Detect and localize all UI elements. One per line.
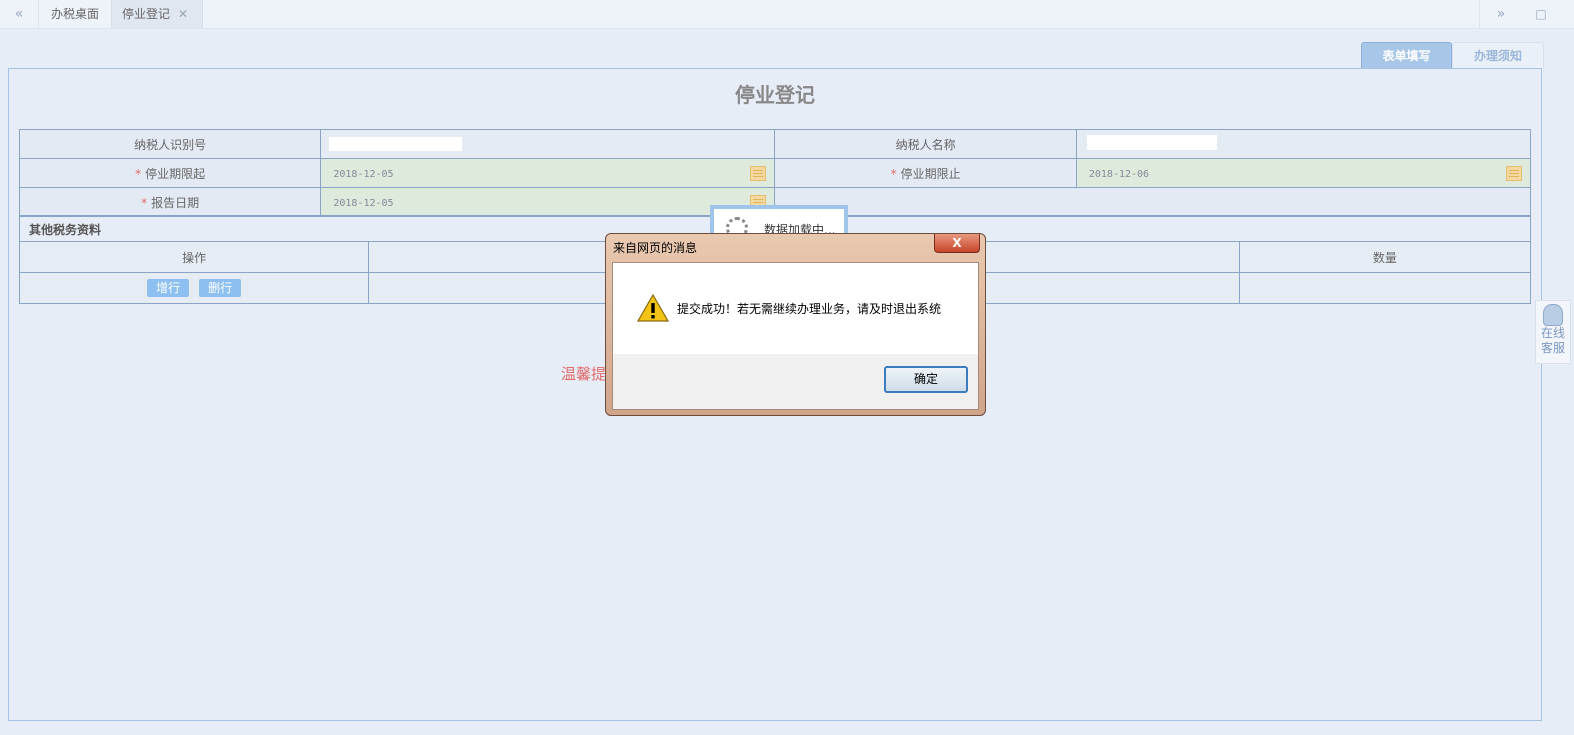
end-date-label: * 停业期限止 [774,158,1077,188]
registration-form: 纳税人识别号 纳税人名称 * 停业期限起 2018-12-05 * 停业期限止 20… [18,129,1532,217]
report-date-value: 2018-12-05 [333,198,394,209]
other-tax-materials-title: 其他税务资料 [29,223,102,237]
warning-icon [637,293,669,322]
report-date-label-text: 报告日期 [151,195,200,210]
end-date-value: 2018-12-06 [1088,169,1150,180]
start-date-field[interactable]: 2018-12-05 [320,158,776,188]
tab-form-fill[interactable]: 表单填写 [1361,42,1452,69]
dialog-message: 提交成功！若无需继续办理业务，请及时退出系统 [677,302,942,316]
add-row-button[interactable]: 增行 [147,279,190,297]
table-cell [1238,272,1532,304]
table-row-actions: 增行 删行 [18,272,370,304]
scroll-right-icon[interactable]: » [1479,0,1522,28]
tip-text: 温馨提 [561,365,607,383]
tab-suspension-registration[interactable]: 停业登记 ✕ [111,0,203,28]
calendar-icon[interactable] [750,166,767,181]
end-date-field[interactable]: 2018-12-06 [1075,158,1532,188]
start-date-label: * 停业期限起 [18,158,322,188]
taxpayer-name-value [1086,135,1217,150]
report-date-label: * 报告日期 [18,187,322,217]
taxpayer-name-label: 纳税人名称 [774,129,1077,159]
close-icon[interactable]: ✕ [178,7,188,21]
service-label-line2: 客服 [1540,341,1565,355]
dialog-footer: 确定 [613,354,978,409]
start-date-label-text: 停业期限起 [145,166,206,181]
taxpayer-name-field[interactable] [1075,129,1532,159]
message-dialog: 来自网页的消息 X 提交成功！若无需继续办理业务，请及时退出系统 确定 [605,233,986,416]
page-title: 停业登记 [735,83,815,107]
report-date-field[interactable]: 2018-12-05 [320,187,776,217]
taxpayer-id-value [329,137,463,151]
end-date-label-text: 停业期限止 [900,166,961,181]
tab-notice[interactable]: 办理须知 [1452,42,1544,69]
calendar-icon[interactable] [1506,166,1522,181]
column-header-operation: 操作 [18,241,370,273]
service-avatar-icon [1543,304,1563,326]
scroll-left-icon[interactable]: « [0,0,39,28]
start-date-value: 2018-12-05 [333,169,394,180]
delete-row-button[interactable]: 删行 [199,279,242,297]
dialog-body: 提交成功！若无需继续办理业务，请及时退出系统 确定 [612,262,979,410]
service-label-line1: 在线 [1540,326,1565,340]
online-service-button[interactable]: 在线 客服 [1535,300,1571,364]
taxpayer-id-label: 纳税人识别号 [18,129,322,159]
top-tab-bar: « 办税桌面 停业登记 ✕ » □ [0,0,1574,29]
tab-tax-desktop[interactable]: 办税桌面 [41,0,109,28]
required-mark: * [135,166,142,181]
ok-button[interactable]: 确定 [884,366,968,393]
maximize-icon[interactable]: □ [1521,0,1561,28]
required-mark: * [141,195,148,210]
tab-label: 停业登记 [122,7,171,21]
taxpayer-id-field[interactable] [320,129,776,159]
close-icon[interactable]: X [934,234,980,253]
column-header-quantity: 数量 [1238,241,1532,273]
empty-cell [774,187,1531,217]
required-mark: * [890,166,897,181]
dialog-title: 来自网页的消息 [613,241,698,255]
